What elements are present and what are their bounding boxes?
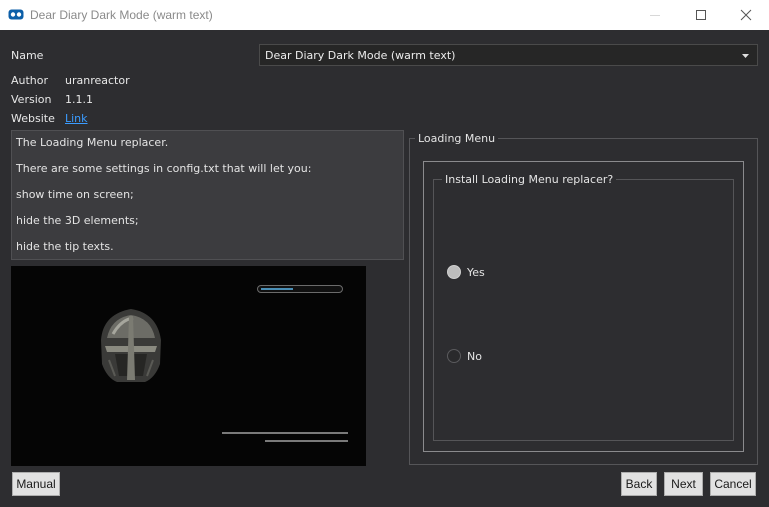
radio-yes[interactable] (447, 265, 461, 279)
name-label: Name (11, 49, 44, 62)
description-line: hide the 3D elements; (16, 214, 139, 227)
version-label: Version (11, 93, 52, 106)
description-line: The Loading Menu replacer. (16, 136, 169, 149)
radio-yes-label[interactable]: Yes (467, 266, 485, 279)
author-label: Author (11, 74, 49, 87)
close-button[interactable] (723, 0, 769, 30)
back-button[interactable]: Back (621, 472, 657, 496)
preview-image (11, 266, 366, 466)
install-question-group (433, 179, 734, 441)
tip-text-lines (222, 432, 348, 448)
description-box: The Loading Menu replacer. There are som… (11, 130, 404, 260)
description-line: There are some settings in config.txt th… (16, 162, 312, 175)
title-bar: Dear Diary Dark Mode (warm text) (0, 0, 769, 30)
website-link[interactable]: Link (65, 112, 88, 125)
close-icon (740, 9, 752, 21)
chevron-down-icon (742, 54, 749, 58)
website-label: Website (11, 112, 55, 125)
radio-no[interactable] (447, 349, 461, 363)
name-combobox[interactable]: Dear Diary Dark Mode (warm text) (259, 44, 758, 66)
installer-app-icon (8, 9, 24, 20)
description-line: hide the tip texts. (16, 240, 114, 253)
loading-progress-fill (261, 288, 293, 290)
loading-progress-bar (257, 285, 343, 293)
next-button[interactable]: Next (664, 472, 703, 496)
version-value: 1.1.1 (65, 93, 93, 106)
install-question-title: Install Loading Menu replacer? (442, 173, 617, 186)
cancel-button[interactable]: Cancel (710, 472, 756, 496)
maximize-icon (696, 10, 706, 20)
maximize-button[interactable] (678, 0, 724, 30)
description-line: show time on screen; (16, 188, 134, 201)
minimize-icon (650, 15, 660, 16)
window-title: Dear Diary Dark Mode (warm text) (30, 8, 213, 22)
author-value: uranreactor (65, 74, 130, 87)
helmet-preview-image (101, 309, 161, 382)
radio-no-label[interactable]: No (467, 350, 482, 363)
name-combobox-value: Dear Diary Dark Mode (warm text) (265, 49, 456, 62)
minimize-button[interactable] (632, 0, 678, 30)
manual-button[interactable]: Manual (12, 472, 60, 496)
loading-menu-group-title: Loading Menu (415, 132, 499, 145)
